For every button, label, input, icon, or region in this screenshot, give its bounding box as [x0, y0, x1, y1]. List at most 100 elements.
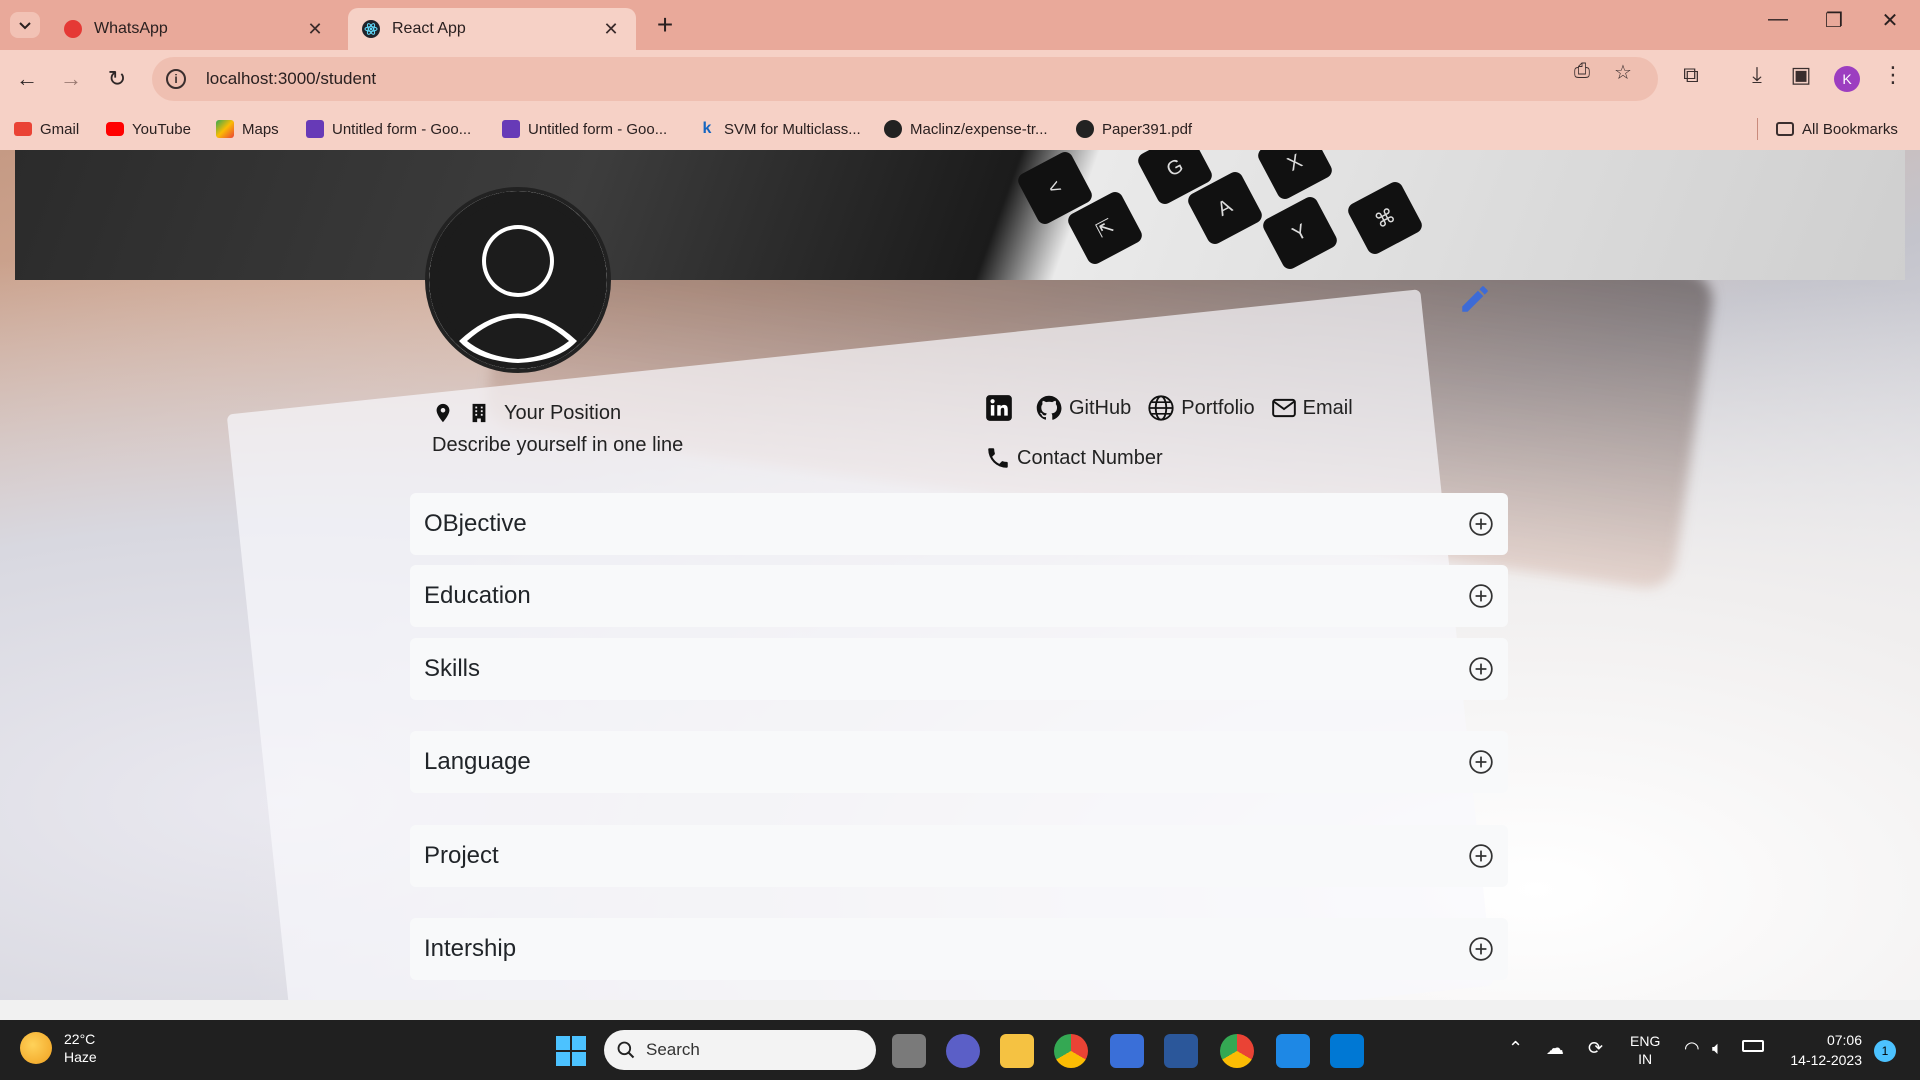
edit-pencil-icon[interactable]: [1458, 282, 1492, 316]
bookmark-svm[interactable]: k SVM for Multiclass...: [698, 116, 861, 142]
forms-icon: [306, 120, 324, 138]
sync-icon[interactable]: ⟳: [1588, 1038, 1603, 1059]
task-view-icon[interactable]: [892, 1034, 926, 1068]
email-link[interactable]: Email: [1271, 395, 1353, 421]
gmail-icon: [14, 122, 32, 136]
plus-circle-icon[interactable]: [1468, 511, 1494, 537]
user-avatar-icon: [429, 191, 607, 369]
notification-badge[interactable]: 1: [1874, 1040, 1896, 1062]
site-info-icon[interactable]: i: [166, 69, 186, 89]
bookmark-star-icon[interactable]: ☆: [1614, 60, 1632, 85]
bookmark-maps[interactable]: Maps: [216, 116, 279, 142]
section-skills[interactable]: Skills: [410, 638, 1508, 700]
section-title: OBjective: [424, 510, 527, 537]
tab-react-app[interactable]: React App ✕: [348, 8, 636, 50]
social-links-row: GitHub Portfolio Email: [985, 392, 1369, 424]
menu-kebab-icon[interactable]: ⋮: [1878, 62, 1908, 88]
system-clock[interactable]: 07:06 14-12-2023: [1782, 1030, 1862, 1070]
minimize-icon[interactable]: —: [1758, 8, 1798, 31]
restore-icon[interactable]: ❐: [1814, 8, 1854, 33]
new-tab-button[interactable]: +: [650, 10, 680, 40]
bookmark-label: Untitled form - Goo...: [332, 120, 472, 138]
portfolio-link[interactable]: Portfolio: [1147, 394, 1255, 422]
extensions-icon[interactable]: ⧉: [1676, 62, 1706, 88]
page-content: < ⇱ G A X Y ⌘ Your Position Describe you…: [0, 150, 1920, 1020]
file-explorer-icon[interactable]: [1000, 1034, 1034, 1068]
side-panel-icon[interactable]: ▣: [1786, 62, 1816, 88]
plus-circle-icon[interactable]: [1468, 656, 1494, 682]
section-language[interactable]: Language: [410, 731, 1508, 793]
tray-chevron-icon[interactable]: ⌃: [1508, 1038, 1523, 1059]
bookmark-label: Gmail: [40, 120, 80, 138]
youtube-icon: [106, 122, 124, 136]
all-bookmarks[interactable]: All Bookmarks: [1776, 116, 1898, 142]
contact-links: GitHub Portfolio Email Contact Number: [985, 392, 1369, 474]
forms-icon: [502, 120, 520, 138]
location-pin-icon: [436, 403, 450, 423]
bookmark-form-1[interactable]: Untitled form - Goo...: [306, 116, 471, 142]
close-icon[interactable]: ✕: [600, 19, 622, 40]
chrome-profile-icon[interactable]: [1220, 1034, 1254, 1068]
vscode-icon[interactable]: [1330, 1034, 1364, 1068]
install-app-icon[interactable]: ⎙: [1574, 60, 1590, 83]
bookmarks-bar: Gmail YouTube Maps Untitled form - Goo..…: [0, 108, 1920, 150]
bookmark-github[interactable]: Maclinz/expense-tr...: [884, 116, 1048, 142]
github-link[interactable]: GitHub: [1035, 394, 1131, 422]
download-icon[interactable]: ⤓: [1742, 62, 1772, 88]
phone-icon: [988, 448, 1008, 468]
keyboard-key: Y: [1260, 194, 1340, 272]
section-title: Education: [424, 582, 531, 609]
photos-icon[interactable]: [1276, 1034, 1310, 1068]
word-icon[interactable]: [1164, 1034, 1198, 1068]
address-bar[interactable]: i localhost:3000/student: [152, 57, 1658, 101]
chevron-down-icon: [19, 22, 31, 30]
profile-avatar[interactable]: K: [1834, 66, 1860, 92]
position-text: Your Position: [504, 401, 622, 424]
tab-bar: WhatsApp ✕ React App ✕ + — ❐ ✕: [0, 0, 1920, 50]
section-education[interactable]: Education: [410, 565, 1508, 627]
plus-circle-icon[interactable]: [1468, 583, 1494, 609]
horizontal-scrollbar[interactable]: [0, 1000, 1920, 1020]
forward-icon[interactable]: →: [56, 64, 86, 94]
language-indicator[interactable]: ENG IN: [1630, 1032, 1660, 1068]
contact-number-link[interactable]: Contact Number: [985, 445, 1163, 471]
reload-icon[interactable]: ↻: [102, 64, 132, 94]
section-project[interactable]: Project: [410, 825, 1508, 887]
bookmark-gmail[interactable]: Gmail: [14, 116, 79, 142]
bookmark-label: Maclinz/expense-tr...: [910, 120, 1048, 138]
section-title: Project: [424, 842, 499, 869]
section-internship[interactable]: Intership: [410, 918, 1508, 980]
profile-picture[interactable]: [425, 187, 611, 373]
taskbar-search[interactable]: Search: [604, 1030, 876, 1070]
plus-circle-icon[interactable]: [1468, 936, 1494, 962]
wifi-icon[interactable]: ◠: [1684, 1038, 1700, 1059]
bookmark-label: YouTube: [132, 120, 191, 138]
onedrive-icon[interactable]: ☁: [1546, 1038, 1564, 1059]
battery-icon[interactable]: [1742, 1040, 1764, 1052]
close-window-icon[interactable]: ✕: [1870, 8, 1910, 33]
store-icon[interactable]: [1110, 1034, 1144, 1068]
plus-circle-icon[interactable]: [1468, 749, 1494, 775]
plus-circle-icon[interactable]: [1468, 843, 1494, 869]
react-favicon-icon: [362, 20, 380, 38]
volume-icon[interactable]: 🔈︎: [1712, 1038, 1723, 1059]
clock-date: 14-12-2023: [1790, 1052, 1862, 1068]
section-objective[interactable]: OBjective: [410, 493, 1508, 555]
bookmark-youtube[interactable]: YouTube: [106, 116, 191, 142]
globe-icon: [1148, 395, 1174, 421]
tab-whatsapp[interactable]: WhatsApp ✕: [50, 8, 340, 50]
linkedin-link[interactable]: [985, 394, 1019, 422]
globe-icon: [1076, 120, 1094, 138]
k-icon: k: [702, 120, 712, 137]
teams-chat-icon[interactable]: [946, 1034, 980, 1068]
back-icon[interactable]: ←: [12, 64, 42, 94]
weather-widget[interactable]: 22°C Haze: [20, 1030, 97, 1066]
chrome-icon[interactable]: [1054, 1034, 1088, 1068]
windows-start-icon[interactable]: [556, 1036, 586, 1066]
close-icon[interactable]: ✕: [304, 19, 326, 40]
bookmark-form-2[interactable]: Untitled form - Goo...: [502, 116, 667, 142]
tab-title: React App: [392, 20, 466, 37]
bookmark-paper[interactable]: Paper391.pdf: [1076, 116, 1192, 142]
tab-search-button[interactable]: [10, 12, 40, 38]
whatsapp-favicon-icon: [64, 20, 82, 38]
